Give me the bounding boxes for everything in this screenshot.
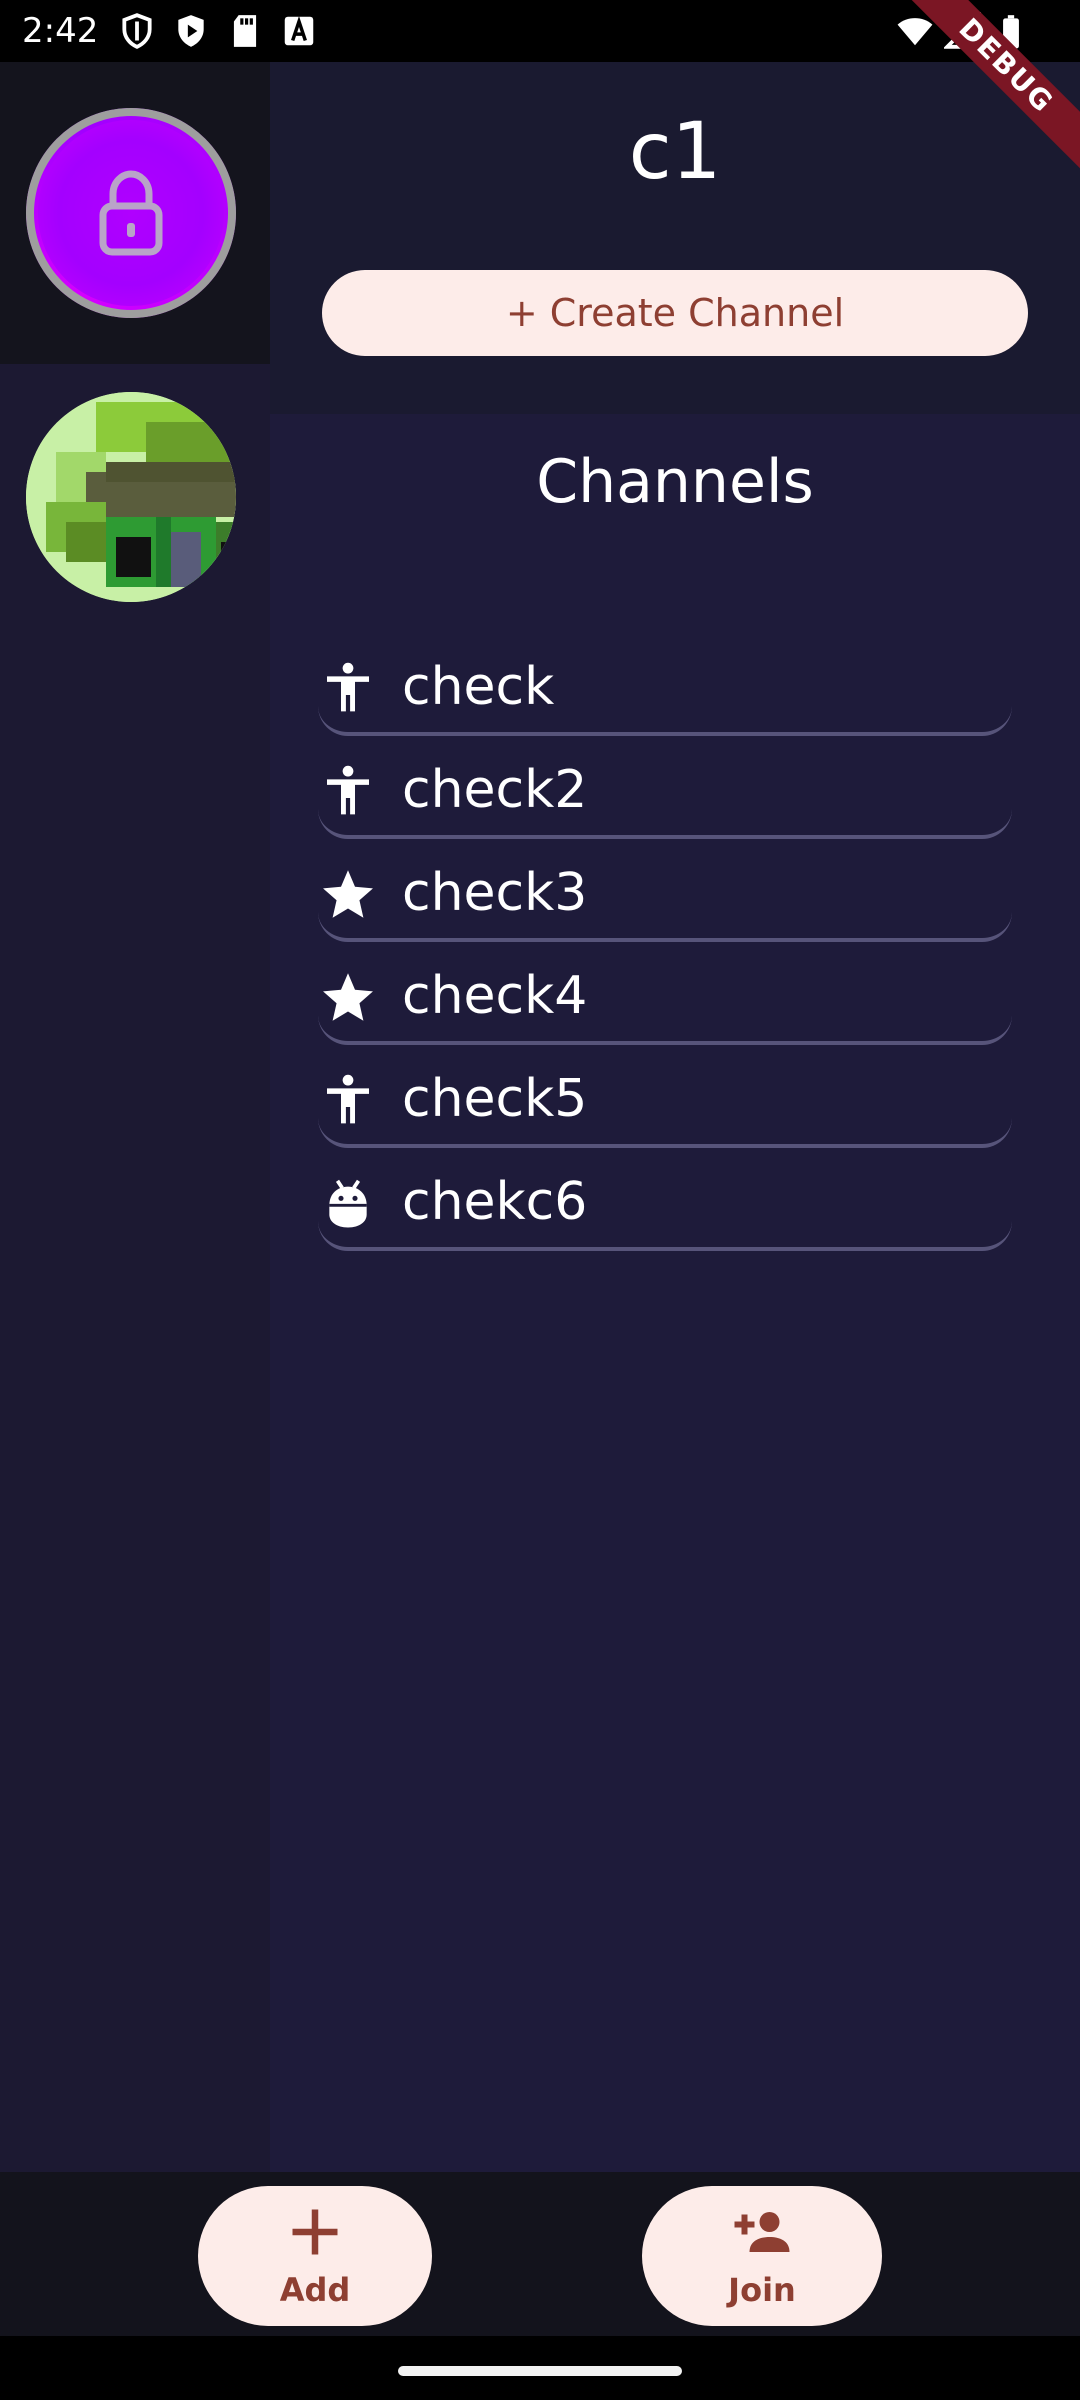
channel-label: check: [402, 657, 555, 717]
lock-icon: [99, 170, 163, 256]
pixel-art-image: [26, 392, 236, 602]
server-avatar-pixel[interactable]: [26, 392, 236, 602]
add-button-label: Add: [279, 2271, 351, 2309]
plus-icon: [285, 2202, 345, 2262]
person-add-icon: [732, 2202, 792, 2262]
channel-label: check2: [402, 760, 588, 820]
add-button[interactable]: Add: [198, 2186, 432, 2326]
font-a-icon: [280, 12, 318, 50]
channel-list: check check2 check3 check4 check5 chekc6: [318, 642, 1012, 1260]
star-icon: [320, 866, 376, 922]
join-button-label: Join: [728, 2271, 796, 2309]
channel-item-check3[interactable]: check3: [318, 848, 1012, 951]
android-icon: [320, 1175, 376, 1231]
status-icons-left: [118, 12, 318, 50]
accessibility-icon: [320, 1072, 376, 1128]
shield-icon: [118, 12, 156, 50]
channel-item-check5[interactable]: check5: [318, 1054, 1012, 1157]
channel-label: chekc6: [402, 1172, 588, 1232]
channel-label: check5: [402, 1069, 588, 1129]
create-channel-button[interactable]: + Create Channel: [322, 270, 1028, 356]
status-time: 2:42: [22, 11, 99, 51]
channel-item-check2[interactable]: check2: [318, 745, 1012, 848]
server-title: c1: [628, 107, 722, 197]
channel-item-check4[interactable]: check4: [318, 951, 1012, 1054]
join-button[interactable]: Join: [642, 2186, 882, 2326]
home-gesture-handle[interactable]: [398, 2366, 682, 2376]
accessibility-icon: [320, 660, 376, 716]
accessibility-icon: [320, 763, 376, 819]
main-panel: c1 + Create Channel Channels check check…: [270, 62, 1080, 2172]
bottom-bar: Add Join: [0, 2172, 1080, 2336]
channels-heading: Channels: [536, 447, 814, 517]
channel-label: check4: [402, 966, 588, 1026]
star-icon: [320, 969, 376, 1025]
play-icon: [172, 12, 210, 50]
wifi-icon: [896, 12, 934, 50]
server-header: c1 + Create Channel: [270, 62, 1080, 414]
server-rail: [0, 62, 270, 2172]
server-avatar-locked[interactable]: [26, 108, 236, 318]
gesture-area: [0, 2336, 1080, 2400]
channel-item-check[interactable]: check: [318, 642, 1012, 745]
status-icons-right: [896, 12, 1030, 50]
status-bar: 2:42: [0, 0, 1080, 62]
battery-icon: [992, 12, 1030, 50]
channel-label: check3: [402, 863, 588, 923]
channel-item-chekc6[interactable]: chekc6: [318, 1157, 1012, 1260]
signal-icon: [944, 12, 982, 50]
sd-card-icon: [226, 12, 264, 50]
